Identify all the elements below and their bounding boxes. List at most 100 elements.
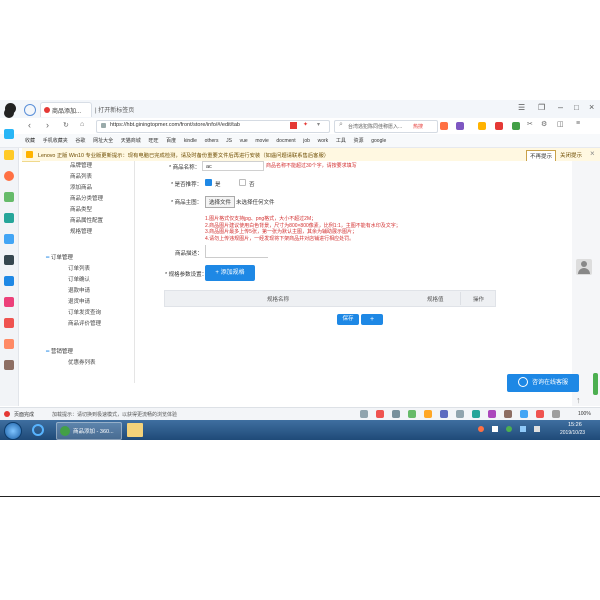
bookmark-item[interactable]: 百度 <box>166 137 176 144</box>
app-icon[interactable] <box>4 255 14 265</box>
app-icon[interactable] <box>4 339 14 349</box>
menu-more-icon[interactable]: ≡ <box>576 120 580 127</box>
app-icon[interactable] <box>4 171 14 181</box>
close-icon[interactable]: × <box>589 102 594 112</box>
bookmark-item[interactable]: others <box>205 138 219 144</box>
sidebar-item[interactable]: 退款申请 <box>68 286 101 297</box>
restore-icon[interactable]: ❐ <box>538 103 545 112</box>
bookmark-item[interactable]: 收藏 <box>25 137 35 144</box>
reader-icon[interactable]: ◫ <box>557 120 564 128</box>
app-icon[interactable] <box>4 108 14 118</box>
app-icon[interactable] <box>4 129 14 139</box>
sidebar-item[interactable]: 订单列表 <box>68 264 101 275</box>
clock-date[interactable]: 2019/10/23 <box>560 430 585 436</box>
bookmark-star-icon[interactable]: ✦ <box>303 121 308 128</box>
sidebar-item[interactable]: 商品类型 <box>70 205 103 216</box>
bookmark-item[interactable]: vue <box>240 138 248 144</box>
app-icon[interactable] <box>4 213 14 223</box>
bookmark-item[interactable]: movie <box>255 138 268 144</box>
taskbar-app[interactable]: 商品添加 - 360... <box>56 422 122 440</box>
app-icon[interactable] <box>4 360 14 370</box>
status-tool-icon[interactable] <box>360 410 368 418</box>
sidebar-item[interactable]: 退货申请 <box>68 297 101 308</box>
status-tool-icon[interactable] <box>504 410 512 418</box>
close-icon[interactable]: × <box>590 149 595 158</box>
forward-icon[interactable]: › <box>46 120 49 130</box>
tab-active[interactable]: 商品添加... <box>40 102 92 117</box>
scrollbar-thumb[interactable] <box>593 373 598 395</box>
bookmark-item[interactable]: 旺旺 <box>148 137 158 144</box>
status-tool-icon[interactable] <box>520 410 528 418</box>
app-icon[interactable] <box>4 276 14 286</box>
bookmark-item[interactable]: 天猫商城 <box>121 137 141 144</box>
notice-close-button[interactable]: 关闭提示 <box>560 151 582 159</box>
tray-icon[interactable] <box>506 426 512 432</box>
status-tool-icon[interactable] <box>552 410 560 418</box>
zoom-level[interactable]: 100% <box>578 411 591 417</box>
sidebar-item[interactable]: 品牌管理 <box>70 161 103 172</box>
bookmark-item[interactable]: work <box>318 138 329 144</box>
status-tool-icon[interactable] <box>392 410 400 418</box>
bookmark-item[interactable]: job <box>303 138 310 144</box>
star-icon[interactable] <box>4 150 14 160</box>
extension-icon[interactable] <box>290 122 297 129</box>
volume-icon[interactable] <box>534 426 540 432</box>
folder-icon[interactable] <box>127 423 143 437</box>
addon-icon[interactable] <box>478 122 486 130</box>
ie-icon[interactable] <box>30 423 46 437</box>
status-tool-icon[interactable] <box>424 410 432 418</box>
name-input[interactable]: ac <box>202 161 264 171</box>
status-tool-icon[interactable] <box>408 410 416 418</box>
sidebar-group-head[interactable]: ━ 订单管理 <box>46 253 101 264</box>
addon-icon[interactable] <box>495 122 503 130</box>
clock-time[interactable]: 15:26 <box>568 422 582 428</box>
sidebar-item[interactable]: 商品属性配置 <box>70 216 103 227</box>
bookmark-item[interactable]: 谷歌 <box>75 137 85 144</box>
bookmark-item[interactable]: google <box>371 138 386 144</box>
app-icon[interactable] <box>4 318 14 328</box>
bookmark-item[interactable]: 手机收藏夹 <box>43 137 68 144</box>
sidebar-item[interactable]: 添加商品 <box>70 183 103 194</box>
app-icon[interactable] <box>4 192 14 202</box>
tray-icon[interactable] <box>478 426 484 432</box>
status-tool-icon[interactable] <box>536 410 544 418</box>
scroll-top-icon[interactable]: ↑ <box>576 395 581 405</box>
bookmark-item[interactable]: 工具 <box>336 137 346 144</box>
start-button[interactable] <box>4 422 22 440</box>
sidebar-item[interactable]: 商品分类管理 <box>70 194 103 205</box>
sidebar-item[interactable]: 优惠券列表 <box>68 358 96 369</box>
recommend-no-checkbox[interactable] <box>239 179 246 186</box>
home-icon[interactable]: ⌂ <box>80 121 84 128</box>
status-tool-icon[interactable] <box>472 410 480 418</box>
save-button[interactable]: 保存 <box>337 314 359 325</box>
addon-icon[interactable] <box>456 122 464 130</box>
chat-button[interactable]: 咨询在线客服 <box>507 374 579 392</box>
recommend-yes-checkbox[interactable] <box>205 179 212 186</box>
sidebar-group-head[interactable]: ━ 营销管理 <box>46 347 96 358</box>
bookmark-item[interactable]: 资源 <box>354 137 364 144</box>
maximize-icon[interactable]: □ <box>574 103 579 112</box>
status-tool-icon[interactable] <box>456 410 464 418</box>
bookmark-item[interactable]: kindle <box>184 138 197 144</box>
sidebar-item[interactable]: 订单发货查询 <box>68 308 101 319</box>
status-tool-icon[interactable] <box>488 410 496 418</box>
search-box[interactable]: ⌕ 台湾逃犯陈同佳称愿入... 热搜 <box>334 120 438 133</box>
add-spec-button[interactable]: + 添加规格 <box>205 265 255 281</box>
back-icon[interactable]: ‹ <box>28 120 31 130</box>
tab-new[interactable]: | 打开新标签页 <box>95 105 134 114</box>
minimize-icon[interactable]: – <box>558 102 563 112</box>
bookmark-item[interactable]: JS <box>226 138 232 144</box>
cut-icon[interactable]: ✂ <box>527 120 533 128</box>
desc-input[interactable] <box>205 245 268 258</box>
app-icon[interactable] <box>4 234 14 244</box>
bookmark-item[interactable]: docment <box>276 138 295 144</box>
addon-icon[interactable] <box>440 122 448 130</box>
address-bar[interactable]: https://hbt.giningtopmer.com/front/store… <box>96 120 330 133</box>
user-icon[interactable] <box>576 259 592 275</box>
menu-icon[interactable]: ☰ <box>518 103 525 112</box>
app-icon[interactable] <box>4 297 14 307</box>
tray-icon[interactable] <box>492 426 498 432</box>
shield-icon[interactable] <box>24 104 36 116</box>
sidebar-item[interactable]: 商品列表 <box>70 172 103 183</box>
network-icon[interactable] <box>520 426 526 432</box>
